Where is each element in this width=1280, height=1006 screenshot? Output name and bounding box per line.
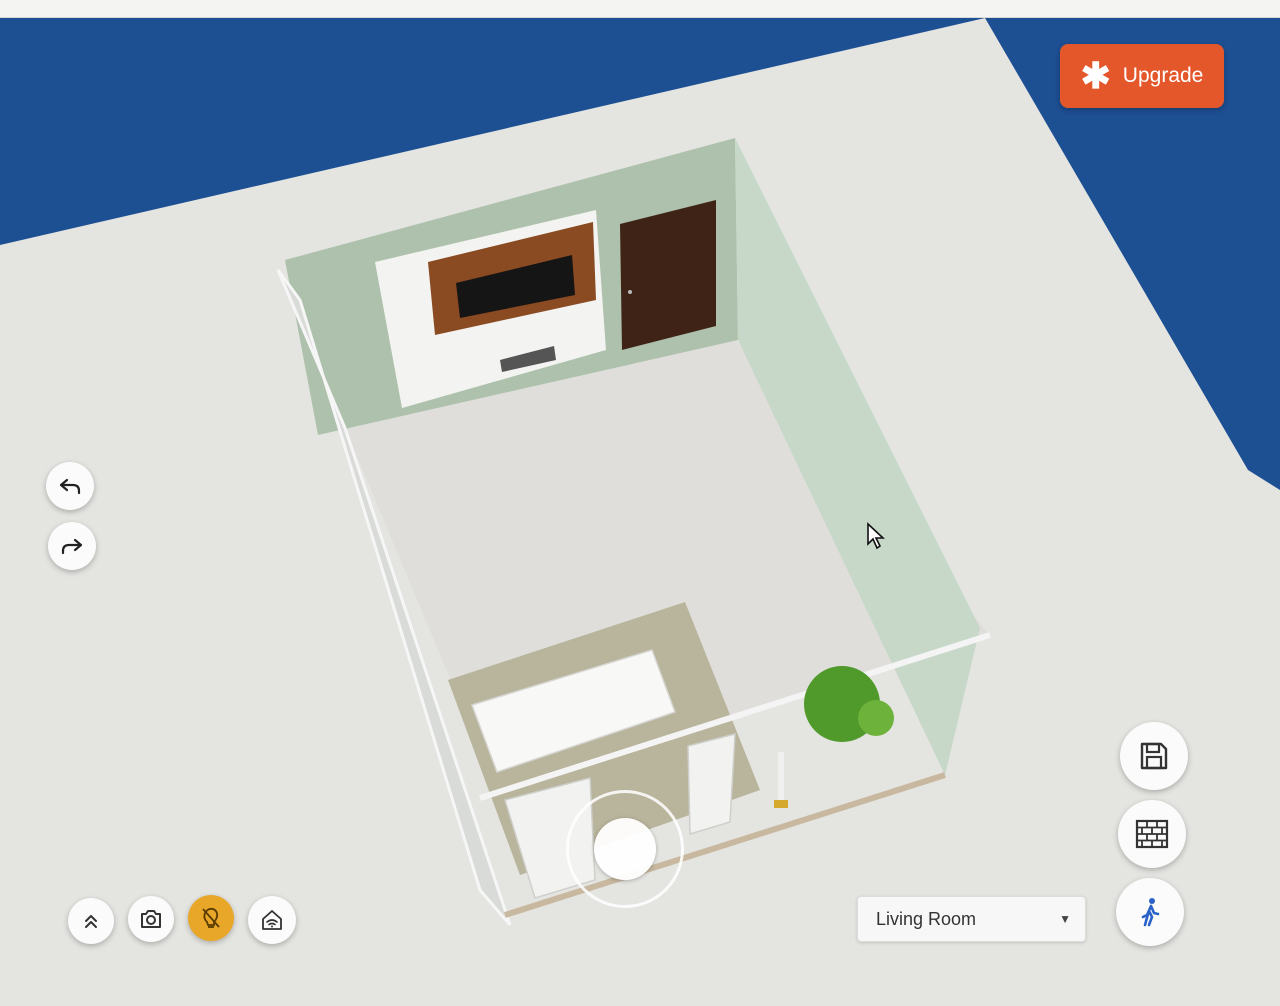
browser-tab-strip (0, 0, 1280, 18)
camera-button[interactable] (128, 896, 174, 942)
undo-button[interactable] (46, 462, 94, 510)
upgrade-label: Upgrade (1122, 64, 1204, 87)
walk-icon (1141, 898, 1160, 927)
wall-material-button[interactable] (1118, 800, 1186, 868)
redo-icon (61, 538, 83, 555)
save-button[interactable] (1120, 722, 1188, 790)
lamp-base (774, 800, 788, 808)
door-handle (628, 290, 632, 294)
floor-lamp (778, 752, 784, 800)
chevron-double-up-icon (85, 915, 97, 928)
caret-down-icon: ▼ (1059, 912, 1071, 926)
room-selector-value: Living Room (876, 908, 977, 929)
redo-button[interactable] (48, 522, 96, 570)
joystick-knob[interactable] (594, 818, 656, 880)
walk-mode-button[interactable] (1116, 878, 1184, 946)
asterisk-icon: ✱ (1080, 55, 1111, 96)
brick-wall-icon (1135, 819, 1169, 849)
home-wifi-icon (262, 910, 282, 930)
plant-leaves (858, 700, 894, 736)
smart-home-button[interactable] (248, 896, 296, 944)
camera-icon (141, 910, 161, 928)
sofa-right (687, 733, 736, 836)
door (620, 200, 716, 350)
mouse-pointer-icon (866, 522, 886, 555)
undo-icon (59, 478, 81, 495)
lightbulb-icon (202, 907, 220, 928)
lighting-button[interactable] (188, 895, 234, 941)
room-selector[interactable]: Living Room ▼ (857, 896, 1086, 942)
collapse-toolbar-button[interactable] (68, 898, 114, 944)
upgrade-button[interactable]: ✱ Upgrade (1060, 44, 1224, 108)
save-icon (1140, 742, 1168, 770)
